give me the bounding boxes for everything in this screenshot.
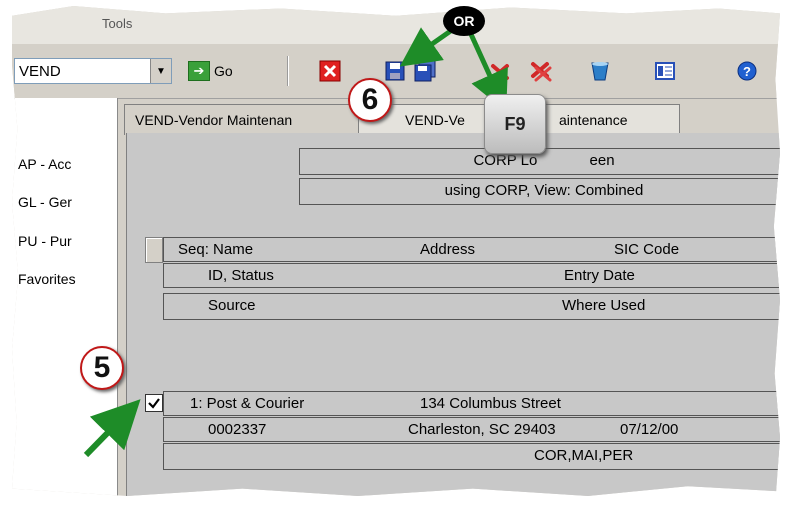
or-badge: OR — [443, 6, 485, 36]
f9-key-icon: F9 — [484, 94, 546, 154]
arrow-to-save — [399, 27, 454, 67]
annotation-arrows — [83, 27, 508, 458]
arrow-to-checkbox — [83, 399, 141, 458]
step-5-callout: 5 — [80, 346, 124, 390]
step-6-callout: 6 — [348, 78, 392, 122]
arrow-to-f9 — [467, 30, 508, 112]
